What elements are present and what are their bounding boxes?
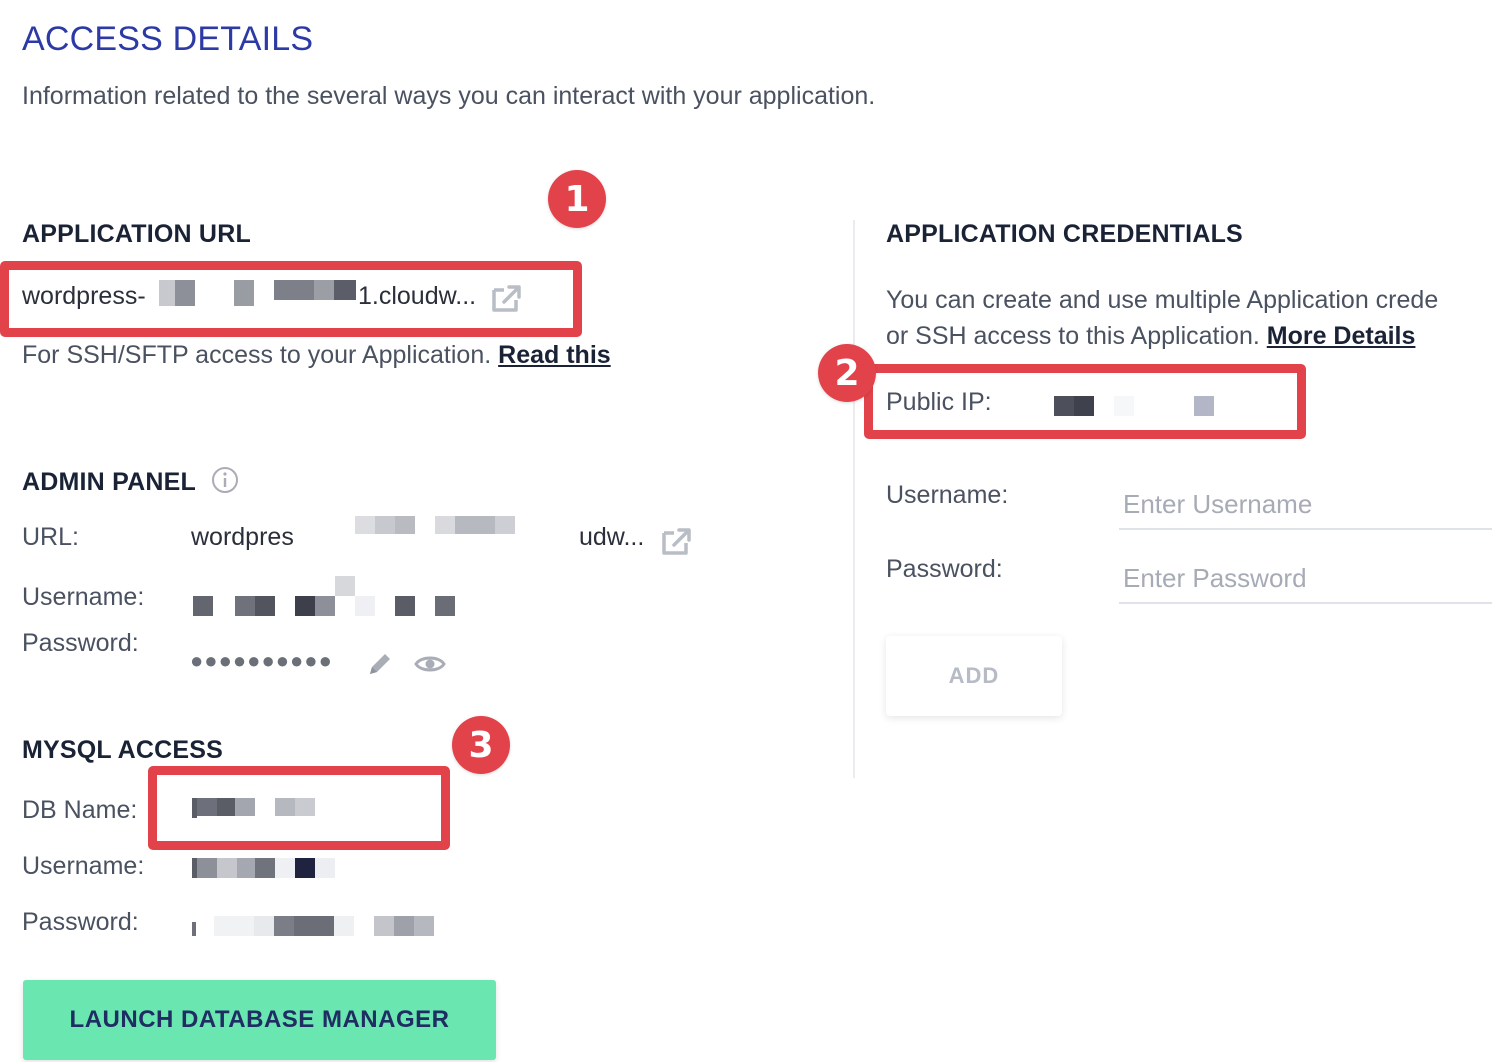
ssh-note-text: For SSH/SFTP access to your Application. [22, 341, 492, 369]
admin-url-prefix: wordpres [191, 523, 294, 551]
application-url-heading: APPLICATION URL [22, 220, 251, 248]
column-divider [853, 220, 855, 778]
admin-panel-heading: ADMIN PANEL [22, 468, 196, 496]
more-details-link[interactable]: More Details [1267, 322, 1416, 350]
read-this-link[interactable]: Read this [498, 341, 611, 369]
callout-box-2 [864, 364, 1306, 439]
credentials-password-label: Password: [886, 555, 1003, 583]
eye-icon[interactable] [414, 652, 446, 676]
external-link-icon[interactable] [660, 525, 694, 557]
callout-box-1 [0, 261, 582, 337]
callout-badge-3: 3 [452, 716, 510, 774]
callout-badge-1: 1 [548, 170, 606, 228]
credentials-password-input[interactable] [1119, 554, 1492, 604]
redacted-mysql-username [192, 856, 342, 880]
redacted-admin-url [311, 516, 581, 552]
admin-password-label: Password: [22, 629, 139, 657]
credentials-username-label: Username: [886, 481, 1009, 509]
admin-password-mask: ●●●●●●●●●● [190, 648, 333, 673]
info-icon[interactable] [211, 466, 239, 494]
redacted-mysql-password [192, 916, 442, 938]
page-title: ACCESS DETAILS [22, 20, 314, 58]
redacted-admin-username [193, 576, 483, 616]
credentials-username-input[interactable] [1119, 480, 1492, 530]
admin-username-label: Username: [22, 583, 145, 611]
mysql-username-label: Username: [22, 852, 145, 880]
credentials-description-text: or SSH access to this Application. [886, 322, 1260, 350]
admin-url-link[interactable]: wordpres udw... [191, 516, 661, 558]
launch-database-manager-button[interactable]: LAUNCH DATABASE MANAGER [23, 980, 496, 1060]
ssh-note: For SSH/SFTP access to your Application.… [22, 341, 611, 370]
callout-box-3 [148, 766, 450, 850]
credentials-description-line2: or SSH access to this Application. More … [886, 322, 1415, 351]
mysql-access-heading: MYSQL ACCESS [22, 736, 224, 764]
add-credentials-button[interactable]: ADD [886, 636, 1062, 716]
callout-badge-2: 2 [818, 344, 876, 402]
credentials-description-line1: You can create and use multiple Applicat… [886, 286, 1439, 314]
application-credentials-heading: APPLICATION CREDENTIALS [886, 220, 1243, 248]
admin-url-suffix: udw... [579, 523, 645, 551]
page-subtitle: Information related to the several ways … [22, 82, 876, 110]
admin-url-label: URL: [22, 523, 79, 551]
mysql-password-label: Password: [22, 908, 139, 936]
db-name-label: DB Name: [22, 796, 138, 824]
pencil-icon[interactable] [366, 650, 394, 678]
